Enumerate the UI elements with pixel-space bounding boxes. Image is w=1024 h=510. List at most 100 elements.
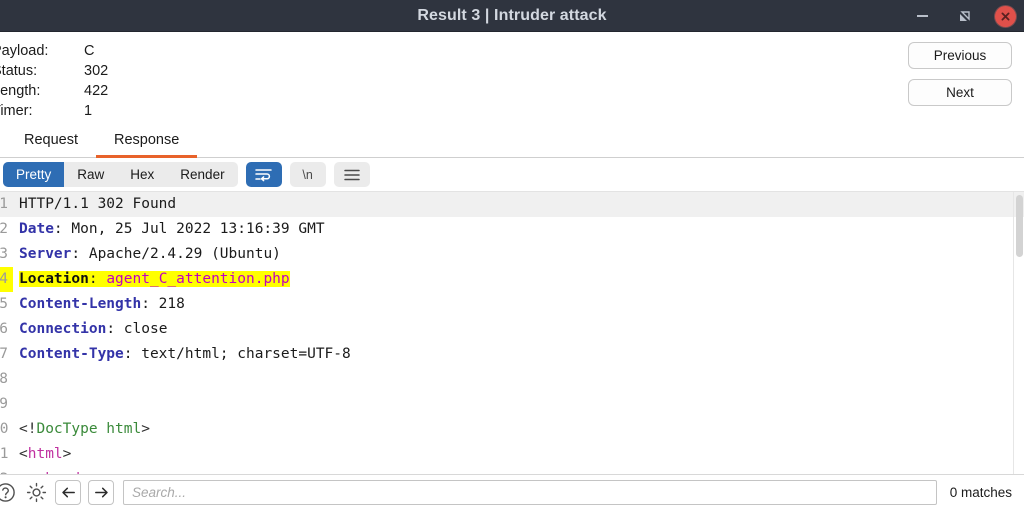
search-next-button[interactable] <box>88 480 114 505</box>
code-token: DocType html <box>36 421 142 437</box>
window-controls <box>911 0 1016 32</box>
previous-button[interactable]: Previous <box>908 42 1012 69</box>
word-wrap-icon[interactable] <box>245 162 282 187</box>
response-code: 1 HTTP/1.1 302 Found 2 Date: Mon, 25 Jul 20… <box>0 192 1024 474</box>
line-number: 4 <box>0 267 13 292</box>
response-viewer[interactable]: 1 HTTP/1.1 302 Found 2 Date: Mon, 25 Jul 20… <box>0 191 1024 474</box>
code-line: 10<!DocType html> <box>0 417 1024 442</box>
code-token: <! <box>19 421 37 437</box>
code-token: > <box>80 471 89 474</box>
code-token: head <box>45 471 80 474</box>
line-number: 11 <box>0 446 9 462</box>
line-number: 3 <box>0 246 8 262</box>
viewer-scrollbar-thumb[interactable] <box>1016 195 1023 257</box>
code-line: 7 Content-Type: text/html; charset=UTF-8 <box>0 342 1024 367</box>
line-text: HTTP/1.1 302 Found <box>13 192 176 217</box>
code-token: Server <box>19 246 72 262</box>
length-label: Length: <box>0 83 41 99</box>
line-number: 5 <box>0 296 8 312</box>
info-rows: Payload: C Status: 302 Length: 422 Timer… <box>0 41 108 121</box>
code-line: 3 Server: Apache/2.4.29 (Ubuntu) <box>0 242 1024 267</box>
info-row-payload: Payload: C <box>0 41 108 61</box>
line-text: <!DocType html> <box>13 417 150 442</box>
info-row-status: Status: 302 <box>0 61 108 81</box>
line-text: Location: agent_C_attention.php <box>13 267 290 292</box>
match-count: 0 matches <box>949 485 1012 500</box>
search-input[interactable] <box>123 480 937 505</box>
code-line: 6 Connection: close <box>0 317 1024 342</box>
code-token: Connection <box>19 321 107 337</box>
tab-response[interactable]: Response <box>96 132 198 158</box>
request-response-tabs: Request Response <box>0 124 1024 158</box>
length-value: 422 <box>84 83 109 99</box>
code-line: 11<html> <box>0 442 1024 467</box>
line-text: <head> <box>13 467 89 474</box>
minimize-icon[interactable] <box>911 5 933 27</box>
view-mode-pretty[interactable]: Pretty <box>3 162 65 187</box>
gear-icon[interactable] <box>24 481 48 505</box>
line-text: Connection: close <box>13 317 167 342</box>
view-mode-group: Pretty Raw Hex Render <box>3 162 238 187</box>
code-token: Content-Type <box>19 346 124 362</box>
view-mode-render[interactable]: Render <box>167 162 237 187</box>
search-prev-button[interactable] <box>55 480 81 505</box>
intruder-attack-window: Result 3 | Intruder attack Payload: <box>0 0 1024 510</box>
timer-value: 1 <box>84 103 93 119</box>
code-line: 8 <box>0 367 1024 392</box>
viewer-scrollbar[interactable] <box>1013 192 1024 474</box>
code-token: : 218 <box>141 296 185 312</box>
tab-request[interactable]: Request <box>6 132 96 158</box>
code-token: Content-Length <box>19 296 142 312</box>
line-number: 6 <box>0 321 8 337</box>
code-token: HTTP/1.1 302 Found <box>19 196 177 212</box>
newline-icon[interactable]: \n <box>289 162 326 187</box>
line-text: <html> <box>13 442 71 467</box>
line-number: 9 <box>0 396 8 412</box>
info-row-timer: Timer: 1 <box>0 101 108 121</box>
maximize-icon[interactable] <box>953 5 975 27</box>
code-line: 5 Content-Length: 218 <box>0 292 1024 317</box>
code-token: : Apache/2.4.29 (Ubuntu) <box>71 246 281 262</box>
payload-label: Payload: <box>0 43 49 59</box>
code-line: 1 HTTP/1.1 302 Found <box>0 192 1024 217</box>
code-token: : Mon, 25 Jul 2022 13:16:39 GMT <box>53 221 325 237</box>
code-token: html <box>27 446 63 462</box>
attack-info-panel: Payload: C Status: 302 Length: 422 Timer… <box>0 32 1024 124</box>
close-icon[interactable] <box>995 5 1016 27</box>
code-token: : close <box>106 321 168 337</box>
line-number: 12 <box>0 467 13 474</box>
menu-icon[interactable] <box>333 162 370 187</box>
window-title: Result 3 | Intruder attack <box>417 6 607 24</box>
next-button[interactable]: Next <box>908 79 1012 106</box>
titlebar: Result 3 | Intruder attack <box>0 0 1024 32</box>
view-mode-hex[interactable]: Hex <box>117 162 167 187</box>
code-token: < <box>19 446 28 462</box>
line-text: Content-Type: text/html; charset=UTF-8 <box>13 342 351 367</box>
view-mode-raw[interactable]: Raw <box>64 162 117 187</box>
code-line: 9 <box>0 392 1024 417</box>
code-token: : <box>88 271 107 287</box>
line-text: Date: Mon, 25 Jul 2022 13:16:39 GMT <box>13 217 325 242</box>
line-number: 7 <box>0 346 8 362</box>
line-text: Server: Apache/2.4.29 (Ubuntu) <box>13 242 281 267</box>
view-mode-toolbar: Pretty Raw Hex Render \n <box>0 158 1024 191</box>
code-token: Date <box>19 221 54 237</box>
code-token: > <box>62 446 72 462</box>
code-token: : text/html; charset=UTF-8 <box>123 346 351 362</box>
info-row-length: Length: 422 <box>0 81 108 101</box>
code-line: 2 Date: Mon, 25 Jul 2022 13:16:39 GMT <box>0 217 1024 242</box>
timer-label: Timer: <box>0 103 33 119</box>
status-label: Status: <box>0 63 38 79</box>
line-number: 1 <box>0 196 8 212</box>
code-token: > <box>141 421 150 437</box>
line-number: 8 <box>0 371 8 387</box>
code-token: Location <box>19 271 89 287</box>
result-navigation: Previous Next <box>908 42 1012 106</box>
status-value: 302 <box>84 63 109 79</box>
help-icon[interactable] <box>0 481 17 505</box>
code-token: agent_C_attention.php <box>106 271 290 287</box>
line-number: 2 <box>0 221 8 237</box>
code-line: 4 Location: agent_C_attention.php <box>0 267 1024 292</box>
line-text: Content-Length: 218 <box>13 292 185 317</box>
line-number: 10 <box>0 421 9 437</box>
